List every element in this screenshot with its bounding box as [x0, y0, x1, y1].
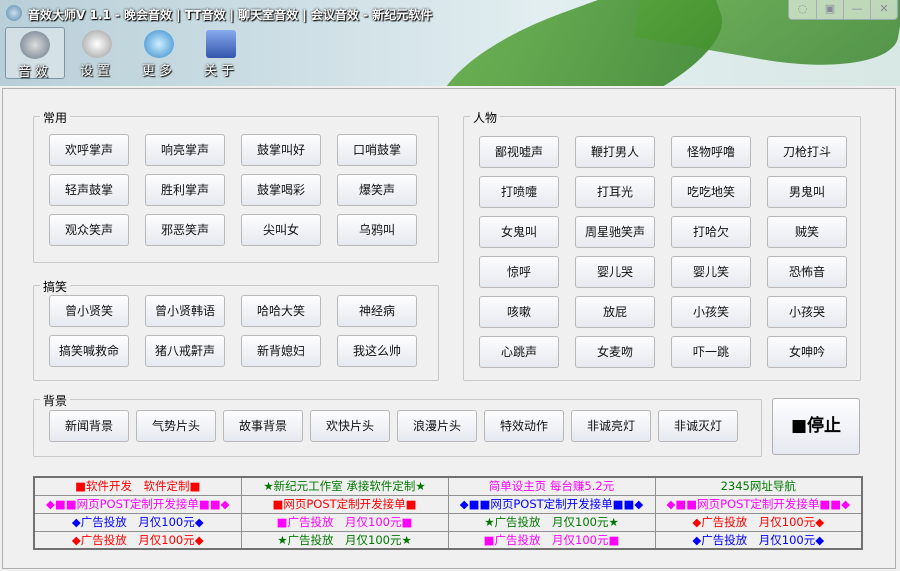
group-title: 常用	[40, 109, 71, 126]
sound-button[interactable]: 非诚灭灯	[658, 410, 738, 442]
close-icon[interactable]: ✕	[870, 0, 897, 19]
sound-button[interactable]: 我这么帅	[337, 335, 417, 367]
group-title: 人物	[470, 109, 501, 126]
sound-button[interactable]: 轻声鼓掌	[49, 174, 129, 206]
sound-button[interactable]: 惊呼	[479, 256, 559, 288]
ad-row: ◆广告投放 月仅100元◆ ■广告投放 月仅100元■ ★广告投放 月仅100元★ ◆…	[33, 512, 863, 532]
sound-button[interactable]: 小孩哭	[767, 296, 847, 328]
ad-row: ◆广告投放 月仅100元◆ ★广告投放 月仅100元★ ■广告投放 月仅100元■ ◆…	[33, 530, 863, 550]
sound-button[interactable]: 怪物呼噜	[671, 136, 751, 168]
chat-icon[interactable]: ◌	[789, 0, 816, 19]
sound-button[interactable]: 曾小贤韩语	[145, 295, 225, 327]
ad-link[interactable]: ■广告投放 月仅100元■	[240, 512, 449, 532]
sound-button[interactable]: 响亮掌声	[145, 134, 225, 166]
ad-link[interactable]: ■广告投放 月仅100元■	[447, 530, 656, 550]
sound-button[interactable]: 咳嗽	[479, 296, 559, 328]
ad-link[interactable]: ★广告投放 月仅100元★	[240, 530, 449, 550]
toolbar-label: 关于	[203, 64, 238, 79]
sound-button[interactable]: 打耳光	[575, 176, 655, 208]
group-title: 搞笑	[40, 278, 71, 295]
sound-button[interactable]: 新闻背景	[49, 410, 129, 442]
stop-button[interactable]: ■停止	[772, 398, 860, 455]
sound-button[interactable]: 曾小贤笑	[49, 295, 129, 327]
sound-button[interactable]: 欢快片头	[310, 410, 390, 442]
sound-button[interactable]: 鼓掌喝彩	[241, 174, 321, 206]
sound-button[interactable]: 打哈欠	[671, 216, 751, 248]
sound-button[interactable]: 邪恶笑声	[145, 214, 225, 246]
sound-button[interactable]: 男鬼叫	[767, 176, 847, 208]
ad-link[interactable]: ■网页POST定制开发接单■	[240, 494, 449, 514]
sound-button[interactable]: 女鬼叫	[479, 216, 559, 248]
ad-links-table: ■软件开发 软件定制■ ★新纪元工作室 承接软件定制★ 简单设主页 每台赚5.2元 2…	[33, 476, 863, 550]
sound-button[interactable]: 放屁	[575, 296, 655, 328]
sound-button[interactable]: 婴儿笑	[671, 256, 751, 288]
sound-button[interactable]: 周星驰笑声	[575, 216, 655, 248]
app-icon	[6, 5, 22, 21]
sound-button[interactable]: 尖叫女	[241, 214, 321, 246]
ad-link[interactable]: ■软件开发 软件定制■	[33, 476, 242, 496]
sound-button[interactable]: 神经病	[337, 295, 417, 327]
window-title: 音效大师V 1.1 - 晚会音效 | TT音效 | 聊天室音效 | 会议音效 -…	[28, 8, 433, 22]
sound-button[interactable]: 哈哈大笑	[241, 295, 321, 327]
sound-button[interactable]: 气势片头	[136, 410, 216, 442]
title-banner: 音效大师V 1.1 - 晚会音效 | TT音效 | 聊天室音效 | 会议音效 -…	[0, 0, 900, 86]
ad-link[interactable]: 2345网址导航	[654, 476, 863, 496]
ad-row: ◆■■网页POST定制开发接单■■◆ ■网页POST定制开发接单■ ◆■■网页POS…	[33, 494, 863, 514]
sound-button[interactable]: 欢呼掌声	[49, 134, 129, 166]
sound-button[interactable]: 口哨鼓掌	[337, 134, 417, 166]
sound-button[interactable]: 吓一跳	[671, 336, 751, 368]
ad-link[interactable]: ◆广告投放 月仅100元◆	[33, 530, 242, 550]
ad-link[interactable]: ◆广告投放 月仅100元◆	[654, 530, 863, 550]
skin-icon[interactable]: ▣	[816, 0, 843, 19]
sound-button[interactable]: 心跳声	[479, 336, 559, 368]
sound-button[interactable]: 恐怖音	[767, 256, 847, 288]
ad-row: ■软件开发 软件定制■ ★新纪元工作室 承接软件定制★ 简单设主页 每台赚5.2元 2…	[33, 476, 863, 496]
sound-button[interactable]: 鄙视嘘声	[479, 136, 559, 168]
sound-button[interactable]: 女麦吻	[575, 336, 655, 368]
ad-link[interactable]: ◆广告投放 月仅100元◆	[33, 512, 242, 532]
sound-button[interactable]: 打喷嚏	[479, 176, 559, 208]
sound-button[interactable]: 新背媳妇	[241, 335, 321, 367]
sound-button[interactable]: 猪八戒鼾声	[145, 335, 225, 367]
sound-button[interactable]: 爆笑声	[337, 174, 417, 206]
sound-button[interactable]: 故事背景	[223, 410, 303, 442]
toolbar-label: 音效	[17, 65, 52, 80]
search-document-icon	[144, 30, 174, 58]
ad-link[interactable]: ◆■■网页POST定制开发接单■■◆	[654, 494, 863, 514]
sound-button[interactable]: 女呻吟	[767, 336, 847, 368]
toolbar-settings-button[interactable]: 设置	[67, 27, 127, 79]
sound-button[interactable]: 特效动作	[484, 410, 564, 442]
sound-button[interactable]: 非诚亮灯	[571, 410, 651, 442]
toolbar-about-button[interactable]: 关于	[191, 27, 251, 79]
toolbar-label: 设置	[79, 64, 114, 79]
sound-button[interactable]: 鞭打男人	[575, 136, 655, 168]
sound-button[interactable]: 刀枪打斗	[767, 136, 847, 168]
group-title: 背景	[40, 392, 71, 409]
sound-button[interactable]: 观众笑声	[49, 214, 129, 246]
headphones-icon	[20, 31, 50, 59]
sound-button[interactable]: 吃吃地笑	[671, 176, 751, 208]
toolbar-sound-button[interactable]: 音效	[5, 27, 65, 80]
toolbar-more-button[interactable]: 更多	[129, 27, 189, 79]
sound-button[interactable]: 小孩笑	[671, 296, 751, 328]
gear-icon	[82, 30, 112, 58]
ad-link[interactable]: 简单设主页 每台赚5.2元	[447, 476, 656, 496]
sound-button[interactable]: 浪漫片头	[397, 410, 477, 442]
main-panel: 常用欢呼掌声 响亮掌声 鼓掌叫好 口哨鼓掌轻声鼓掌 胜利掌声 鼓掌喝彩 爆笑声观众笑声 邪恶笑…	[2, 88, 896, 569]
sound-button[interactable]: 贼笑	[767, 216, 847, 248]
ad-link[interactable]: ◆广告投放 月仅100元◆	[654, 512, 863, 532]
ad-link[interactable]: ◆■■网页POST定制开发接单■■◆	[447, 494, 656, 514]
ad-link[interactable]: ★广告投放 月仅100元★	[447, 512, 656, 532]
sound-button[interactable]: 鼓掌叫好	[241, 134, 321, 166]
toolbar-label: 更多	[141, 64, 176, 79]
minimize-icon[interactable]: —	[843, 0, 870, 19]
sound-button[interactable]: 乌鸦叫	[337, 214, 417, 246]
sound-button[interactable]: 婴儿哭	[575, 256, 655, 288]
at-sign-icon	[206, 30, 236, 58]
window-controls: ◌ ▣ — ✕	[788, 0, 898, 20]
sound-button[interactable]: 搞笑喊救命	[49, 335, 129, 367]
ad-link[interactable]: ★新纪元工作室 承接软件定制★	[240, 476, 449, 496]
sound-button[interactable]: 胜利掌声	[145, 174, 225, 206]
ad-link[interactable]: ◆■■网页POST定制开发接单■■◆	[33, 494, 242, 514]
